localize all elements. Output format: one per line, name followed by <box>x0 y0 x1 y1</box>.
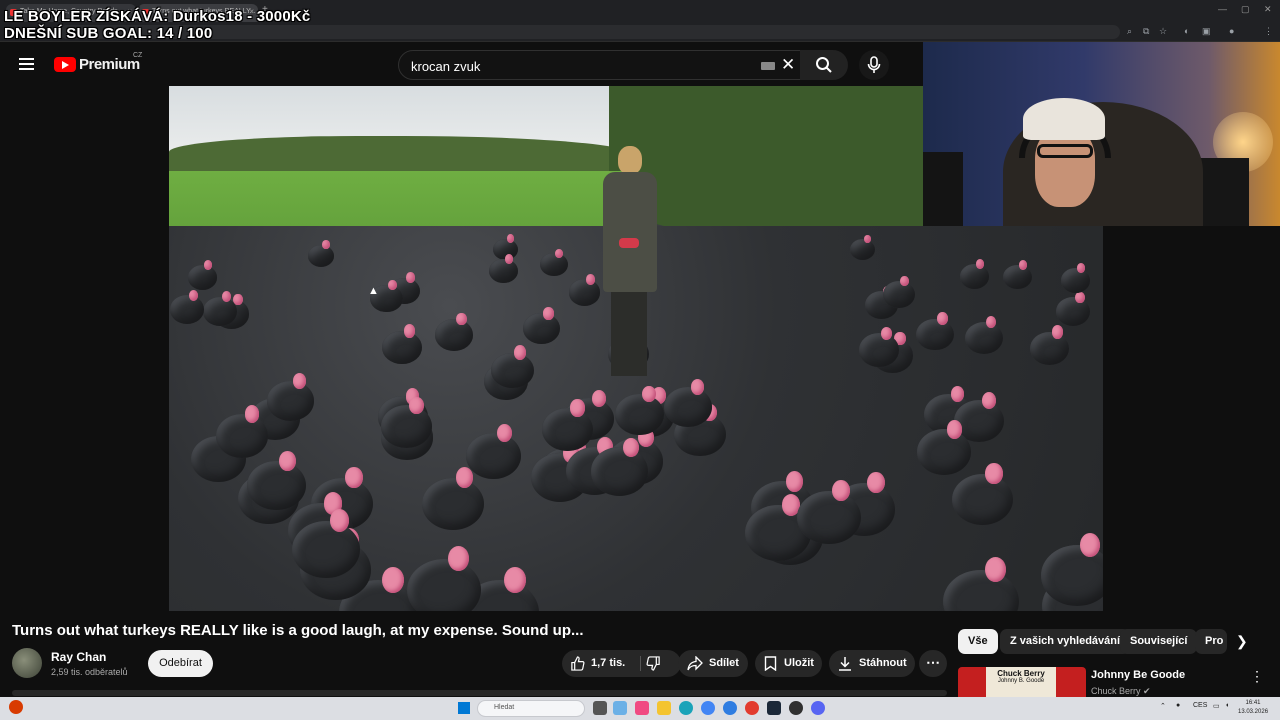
app-red-icon[interactable] <box>745 701 759 715</box>
bookmark-icon <box>764 656 777 671</box>
search-input[interactable]: krocan zvuk ✕ <box>398 50 806 80</box>
widgets-icon[interactable] <box>613 701 627 715</box>
windows-taskbar: Hledat ⌃ ● CES ▭ ◖ 16:41 13.03.2026 <box>0 697 1280 720</box>
youtube-header: Premium CZ krocan zvuk ✕ <box>0 42 923 86</box>
clock-time: 16:41 <box>1245 700 1261 706</box>
download-icon <box>839 657 851 671</box>
taskbar-search-input[interactable]: Hledat <box>477 700 585 717</box>
app-blue-icon[interactable] <box>723 701 737 715</box>
zoom-icon[interactable]: ⌕ <box>1127 26 1132 37</box>
save-label: Uložit <box>784 657 814 669</box>
chrome-icon[interactable] <box>701 701 715 715</box>
video-title: Turns out what turkeys REALLY like is a … <box>12 622 584 639</box>
task-view-icon[interactable] <box>593 701 607 715</box>
microphone-tray-icon[interactable]: ● <box>1176 702 1180 709</box>
keyboard-icon[interactable] <box>761 62 775 70</box>
download-button[interactable]: Stáhnout <box>829 650 915 677</box>
stream-alert-text: LE BOYLER ZÍSKÁVÁ: Durkos18 - 3000Kč <box>4 8 311 25</box>
discord-icon[interactable] <box>811 701 825 715</box>
app-icon[interactable] <box>635 701 649 715</box>
profile-icon[interactable]: ● <box>1229 26 1234 36</box>
like-dislike-group: 1,7 tis. <box>562 650 681 677</box>
network-icon[interactable]: ▭ <box>1213 702 1220 710</box>
mouse-cursor-icon: ▲ <box>368 285 379 297</box>
thumbs-up-icon[interactable] <box>570 656 585 671</box>
recommendation-menu-icon[interactable]: ⋮ <box>1250 668 1264 685</box>
steam-icon[interactable] <box>767 701 781 715</box>
browser-menu-icon[interactable]: ⋮ <box>1264 26 1273 37</box>
obs-icon[interactable] <box>789 701 803 715</box>
streamer-webcam <box>923 42 1280 226</box>
taskbar-clock[interactable]: 16:41 13.03.2026 <box>1238 699 1268 717</box>
recommendation-title[interactable]: Johnny Be Goode <box>1091 669 1185 681</box>
chevron-right-icon[interactable]: ❯ <box>1236 633 1248 650</box>
microphone-icon <box>867 56 881 73</box>
presenter <box>597 146 661 376</box>
clear-search-icon[interactable]: ✕ <box>781 55 795 75</box>
search-input-value: krocan zvuk <box>411 59 481 74</box>
clock-date: 13.03.2026 <box>1238 709 1269 715</box>
language-indicator[interactable]: CES <box>1193 702 1207 709</box>
like-count[interactable]: 1,7 tis. <box>591 650 625 677</box>
thumb-subtext: Johnny B. Goode <box>997 678 1045 684</box>
bookmark-star-icon[interactable]: ☆ <box>1159 26 1167 37</box>
save-button[interactable]: Uložit <box>755 650 822 677</box>
share-icon <box>687 656 703 671</box>
edge-icon[interactable] <box>679 701 693 715</box>
windows-start-icon[interactable] <box>458 702 470 714</box>
voice-search-button[interactable] <box>859 50 889 80</box>
logo-text: Premium <box>79 56 140 73</box>
share-button[interactable]: Sdílet <box>678 650 748 677</box>
minimize-icon[interactable]: — <box>1218 4 1227 14</box>
thumbs-down-icon[interactable] <box>646 656 661 671</box>
chip-all[interactable]: Vše <box>958 629 998 654</box>
youtube-play-icon <box>54 57 76 72</box>
logo-region: CZ <box>133 52 143 59</box>
share-page-icon[interactable]: ⧉ <box>1143 26 1149 37</box>
menu-icon[interactable] <box>19 58 34 70</box>
tray-chevron-icon[interactable]: ⌃ <box>1160 702 1166 710</box>
sub-goal-text: DNEŠNÍ SUB GOAL: 14 / 100 <box>4 25 213 42</box>
subscriber-count: 2,59 tis. odběratelů <box>51 667 128 677</box>
description-box[interactable] <box>12 690 947 696</box>
recommendation-channel-name: Chuck Berry <box>1091 686 1141 696</box>
volume-icon[interactable]: ◖ <box>1225 702 1229 709</box>
download-label: Stáhnout <box>859 657 907 669</box>
chip-from-searches[interactable]: Z vašich vyhledávání <box>1000 629 1131 654</box>
notification-badge-icon[interactable] <box>9 700 23 714</box>
verified-icon: ✔ <box>1143 686 1151 696</box>
search-button[interactable] <box>800 50 848 80</box>
file-explorer-icon[interactable] <box>657 701 671 715</box>
address-bar[interactable] <box>60 25 1120 39</box>
chip-related[interactable]: Související <box>1120 629 1198 654</box>
close-window-icon[interactable]: ✕ <box>1264 4 1272 15</box>
share-label: Sdílet <box>709 657 739 669</box>
channel-name[interactable]: Ray Chan <box>51 650 106 664</box>
recommendation-channel[interactable]: Chuck Berry ✔ <box>1091 686 1151 697</box>
more-actions-button[interactable]: ⋯ <box>919 650 947 677</box>
screen: Take Me Home, Country Roads × Turns out … <box>0 0 1280 720</box>
extension-icon[interactable]: ◐ <box>1184 26 1189 36</box>
subscribe-button[interactable]: Odebírat <box>148 650 213 677</box>
maximize-icon[interactable]: ▢ <box>1241 4 1250 15</box>
channel-avatar[interactable] <box>12 648 42 678</box>
chip-for-you[interactable]: Pro <box>1195 629 1227 654</box>
search-icon <box>816 57 832 73</box>
thumb-text: Chuck Berry <box>997 669 1045 678</box>
extensions-puzzle-icon[interactable]: ▣ <box>1202 26 1211 37</box>
